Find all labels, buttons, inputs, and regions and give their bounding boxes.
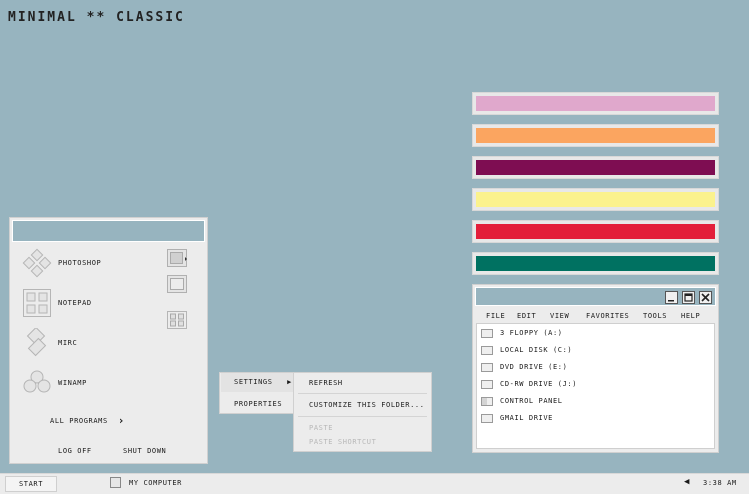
- menu-item-label: PROPERTIES: [234, 400, 283, 408]
- maximize-icon: [684, 293, 693, 302]
- drive-label: 3 FLOPPY (A:): [500, 329, 563, 337]
- close-icon: [701, 293, 710, 302]
- shut-down-button[interactable]: SHUT DOWN: [123, 447, 166, 455]
- maximize-button[interactable]: [682, 291, 695, 304]
- program-label: MIRC: [58, 339, 78, 347]
- desktop-title: MINIMAL ** CLASSIC: [8, 10, 185, 25]
- program-winamp[interactable]: WINAMP: [22, 368, 87, 398]
- dvd-icon: [481, 362, 493, 372]
- menu-item-properties[interactable]: PROPERTIES: [221, 395, 296, 414]
- drive-item[interactable]: DVD DRIVE (E:): [481, 360, 567, 374]
- taskbar: START MY COMPUTER ◀ 3:38 AM: [0, 473, 749, 494]
- menu-item-label: PASTE SHORTCUT: [309, 438, 377, 446]
- menu-item-label: PASTE: [309, 424, 334, 432]
- task-label: MY COMPUTER: [129, 478, 182, 487]
- chevron-right-icon: ›: [117, 414, 126, 427]
- menu-edit[interactable]: EDIT: [517, 312, 536, 320]
- all-programs-label: ALL PROGRAMS: [50, 416, 108, 425]
- context-menu: SETTINGS ▶ PROPERTIES: [219, 372, 298, 414]
- menu-item-paste-shortcut[interactable]: PASTE SHORTCUT: [295, 433, 430, 451]
- explorer-window: FILE EDIT VIEW FAVORITES TOOLS HELP 3 FL…: [472, 284, 719, 453]
- window-icon: [167, 275, 187, 293]
- program-label: PHOTOSHOP: [58, 259, 102, 267]
- minimize-icon: [668, 300, 674, 302]
- menu-view[interactable]: VIEW: [550, 312, 569, 320]
- drive-item[interactable]: CD-RW DRIVE (J:): [481, 377, 577, 391]
- gamepad-icon: [22, 248, 52, 278]
- drive-label: CONTROL PANEL: [500, 397, 563, 405]
- computer-icon: [110, 477, 121, 488]
- menu-item-label: SETTINGS: [234, 378, 273, 386]
- menu-file[interactable]: FILE: [486, 312, 505, 320]
- menu-tools[interactable]: TOOLS: [643, 312, 667, 320]
- settings-submenu: REFRESH CUSTOMIZE THIS FOLDER... PASTE P…: [293, 372, 432, 452]
- swatch-fill: [476, 256, 715, 271]
- menu-item-label: REFRESH: [309, 379, 343, 387]
- start-menu-header: [12, 220, 205, 242]
- start-menu: PHOTOSHOP NOTEPAD MIRC WINAMP ALL PROGRA…: [9, 217, 208, 464]
- side-shortcut-panel[interactable]: [166, 310, 188, 330]
- document-icon: [167, 249, 187, 267]
- cdrw-icon: [481, 379, 493, 389]
- menu-favorites[interactable]: FAVORITES: [586, 312, 629, 320]
- color-swatch: [472, 92, 719, 115]
- menubar: FILE EDIT VIEW FAVORITES TOOLS HELP: [473, 309, 718, 323]
- menu-item-customize[interactable]: CUSTOMIZE THIS FOLDER...: [295, 396, 430, 414]
- drive-label: CD-RW DRIVE (J:): [500, 380, 578, 388]
- clock: 3:38 AM: [703, 479, 737, 487]
- control-panel-icon: [481, 396, 493, 406]
- program-label: NOTEPAD: [58, 299, 92, 307]
- drive-label: GMAIL DRIVE: [500, 414, 553, 422]
- swatch-fill: [476, 128, 715, 143]
- floppy-icon: [481, 328, 493, 338]
- menu-item-refresh[interactable]: REFRESH: [295, 374, 430, 392]
- submenu-arrow-icon: ▶: [287, 378, 292, 386]
- window-titlebar[interactable]: [475, 287, 716, 306]
- program-photoshop[interactable]: PHOTOSHOP: [22, 248, 101, 278]
- drive-item[interactable]: CONTROL PANEL: [481, 394, 563, 408]
- minimize-button[interactable]: [665, 291, 678, 304]
- drive-label: LOCAL DISK (C:): [500, 346, 573, 354]
- swatch-fill: [476, 160, 715, 175]
- menu-item-label: CUSTOMIZE THIS FOLDER...: [309, 401, 425, 409]
- side-shortcut-computer[interactable]: [166, 274, 188, 294]
- menu-item-settings[interactable]: SETTINGS ▶: [221, 373, 296, 392]
- tray-arrow-icon[interactable]: ◀: [684, 477, 690, 487]
- swatch-fill: [476, 96, 715, 111]
- drive-label: DVD DRIVE (E:): [500, 363, 568, 371]
- diamond-icon: [22, 328, 52, 358]
- drive-item[interactable]: GMAIL DRIVE: [481, 411, 553, 425]
- all-programs-button[interactable]: ALL PROGRAMS ›: [50, 414, 125, 427]
- color-swatch: [472, 156, 719, 179]
- explorer-content: 3 FLOPPY (A:) LOCAL DISK (C:) DVD DRIVE …: [476, 323, 715, 449]
- program-mirc[interactable]: MIRC: [22, 328, 77, 358]
- menu-separator: [298, 393, 427, 394]
- grid-icon: [22, 288, 52, 318]
- gmail-drive-icon: [481, 413, 493, 423]
- menu-separator: [298, 416, 427, 417]
- drive-item[interactable]: 3 FLOPPY (A:): [481, 326, 563, 340]
- drive-item[interactable]: LOCAL DISK (C:): [481, 343, 572, 357]
- color-swatch: [472, 124, 719, 147]
- side-shortcut-documents[interactable]: [166, 248, 188, 268]
- color-swatch: [472, 220, 719, 243]
- menu-help[interactable]: HELP: [681, 312, 700, 320]
- program-label: WINAMP: [58, 379, 87, 387]
- swatch-fill: [476, 224, 715, 239]
- start-button[interactable]: START: [5, 476, 57, 492]
- swatch-fill: [476, 192, 715, 207]
- grid-icon: [167, 311, 187, 329]
- close-button[interactable]: [699, 291, 712, 304]
- disk-icon: [481, 345, 493, 355]
- rings-icon: [22, 368, 52, 398]
- taskbar-task-my-computer[interactable]: MY COMPUTER: [110, 477, 182, 488]
- color-swatch: [472, 188, 719, 211]
- program-notepad[interactable]: NOTEPAD: [22, 288, 92, 318]
- log-off-button[interactable]: LOG OFF: [58, 447, 92, 455]
- color-swatch: [472, 252, 719, 275]
